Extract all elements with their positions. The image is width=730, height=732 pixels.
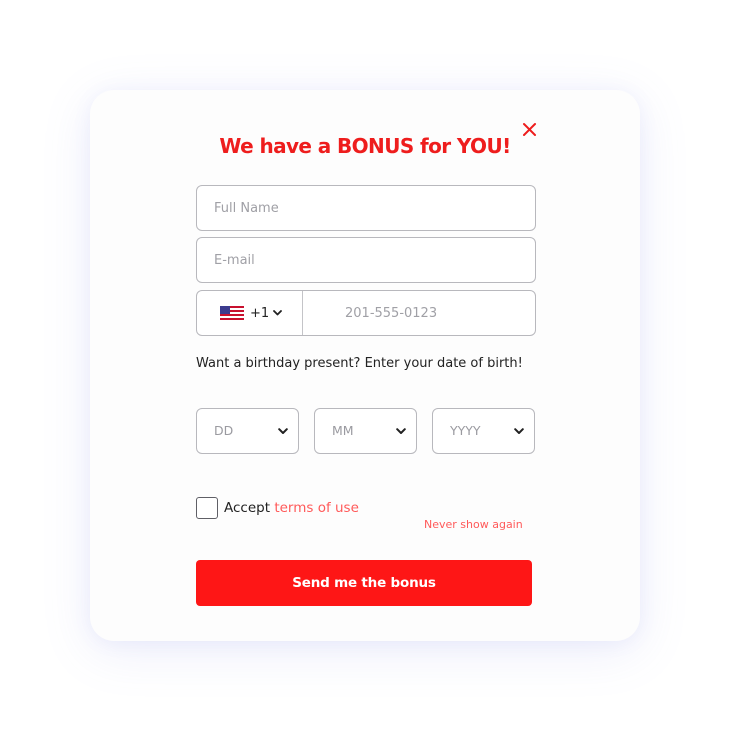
country-code-select[interactable]: +1 (197, 291, 303, 335)
never-show-again-link[interactable]: Never show again (424, 518, 523, 531)
accept-terms-label: Accept terms of use (224, 500, 359, 516)
phone-field: +1 (196, 290, 536, 336)
birth-year-value: YYYY (450, 423, 481, 438)
phone-input[interactable] (303, 291, 535, 335)
accept-terms-checkbox[interactable] (196, 497, 218, 519)
chevron-down-icon (396, 428, 406, 434)
send-bonus-button[interactable]: Send me the bonus (196, 560, 532, 606)
birthday-prompt: Want a birthday present? Enter your date… (196, 356, 523, 371)
chevron-down-icon (514, 428, 524, 434)
accept-prefix: Accept (224, 500, 271, 516)
terms-of-use-link[interactable]: terms of use (274, 500, 359, 516)
chevron-down-icon (278, 428, 288, 434)
modal-title: We have a BONUS for YOU! (219, 134, 511, 158)
birth-month-value: MM (332, 423, 354, 438)
country-code: +1 (250, 305, 270, 321)
bonus-modal: We have a BONUS for YOU! +1 Want a birth… (90, 90, 640, 641)
birth-year-select[interactable]: YYYY (432, 408, 535, 454)
birth-month-select[interactable]: MM (314, 408, 417, 454)
birth-day-select[interactable]: DD (196, 408, 299, 454)
chevron-down-icon (273, 310, 283, 316)
email-input[interactable] (196, 237, 536, 283)
us-flag-icon (220, 306, 244, 320)
full-name-input[interactable] (196, 185, 536, 231)
birth-day-value: DD (214, 423, 234, 438)
